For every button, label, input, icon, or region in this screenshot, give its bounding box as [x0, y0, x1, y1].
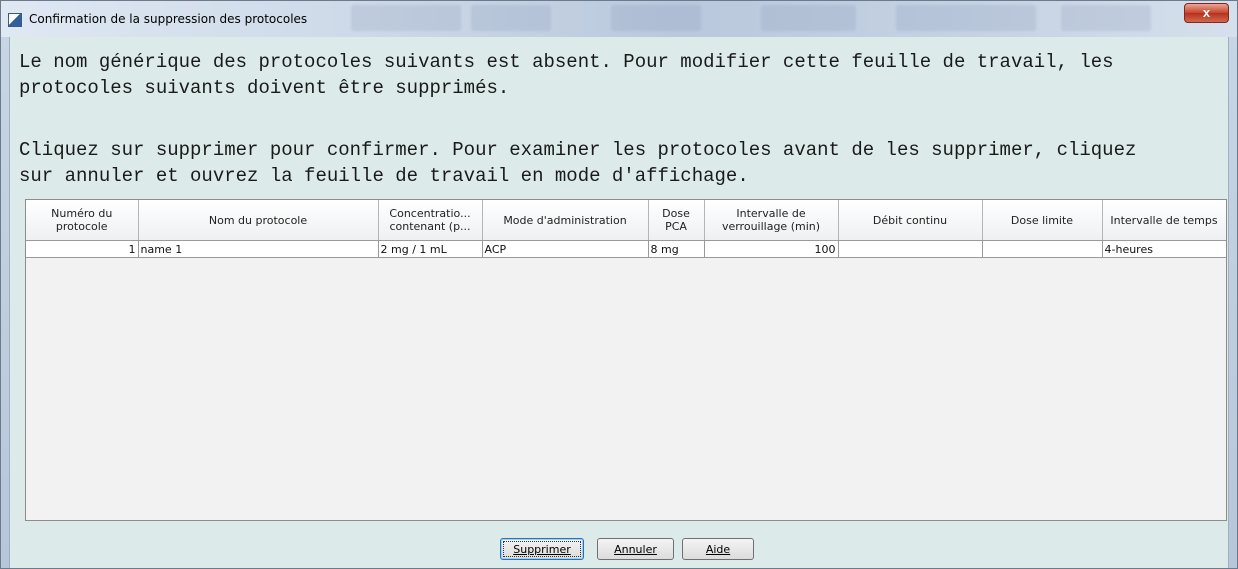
delete-button-label: Supprimer — [513, 542, 571, 556]
title-bar[interactable]: Confirmation de la suppression des proto… — [1, 1, 1237, 37]
table-cell: 2 mg / 1 mL — [378, 240, 483, 258]
table-cell — [838, 240, 983, 258]
message-paragraph-2: Cliquez sur supprimer pour confirmer. Po… — [19, 139, 1137, 187]
dialog-window: Confirmation de la suppression des proto… — [0, 0, 1238, 569]
table-cell: 1 — [26, 240, 139, 258]
background-blur — [611, 5, 701, 31]
background-blur — [761, 5, 856, 31]
background-blur — [896, 5, 1036, 31]
delete-button[interactable]: Supprimer — [500, 538, 584, 560]
column-header[interactable]: Nom du protocole — [138, 200, 379, 241]
close-icon: x — [1202, 5, 1211, 20]
table-cell: 8 mg — [648, 240, 705, 258]
column-header[interactable]: Concentratio... contenant (p... — [378, 200, 483, 241]
close-button[interactable]: x — [1184, 3, 1229, 23]
cancel-button-label: Annuler — [614, 542, 657, 556]
table-cell: 100 — [704, 240, 839, 258]
background-blur — [351, 5, 461, 31]
column-header[interactable]: Intervalle de temps — [1102, 200, 1226, 241]
column-header[interactable]: Numéro du protocole — [26, 200, 139, 241]
button-row: Supprimer Annuler Aide — [1, 538, 1237, 562]
table-cell: 4-heures — [1102, 240, 1226, 258]
column-header[interactable]: Dose PCA — [648, 200, 705, 241]
message-paragraph-1: Le nom générique des protocoles suivants… — [19, 51, 1114, 99]
table-header-row: Numéro du protocole Nom du protocole Con… — [26, 200, 1226, 241]
column-header[interactable]: Intervalle de verrouillage (min) — [704, 200, 839, 241]
cancel-button[interactable]: Annuler — [597, 538, 674, 560]
column-header[interactable]: Dose limite — [982, 200, 1103, 241]
table-cell — [982, 240, 1103, 258]
column-header[interactable]: Mode d'administration — [482, 200, 649, 241]
table-cell: ACP — [482, 240, 649, 258]
background-blur — [471, 5, 551, 31]
app-icon — [8, 13, 22, 27]
help-button[interactable]: Aide — [682, 538, 754, 560]
table-row[interactable]: 1 name 1 2 mg / 1 mL ACP 8 mg 100 4-heur… — [26, 240, 1226, 258]
table-cell: name 1 — [138, 240, 379, 258]
column-header[interactable]: Débit continu — [838, 200, 983, 241]
background-blur — [1061, 5, 1151, 31]
help-button-label: Aide — [705, 542, 731, 556]
protocols-table: Numéro du protocole Nom du protocole Con… — [25, 199, 1227, 521]
window-title: Confirmation de la suppression des proto… — [29, 12, 308, 26]
